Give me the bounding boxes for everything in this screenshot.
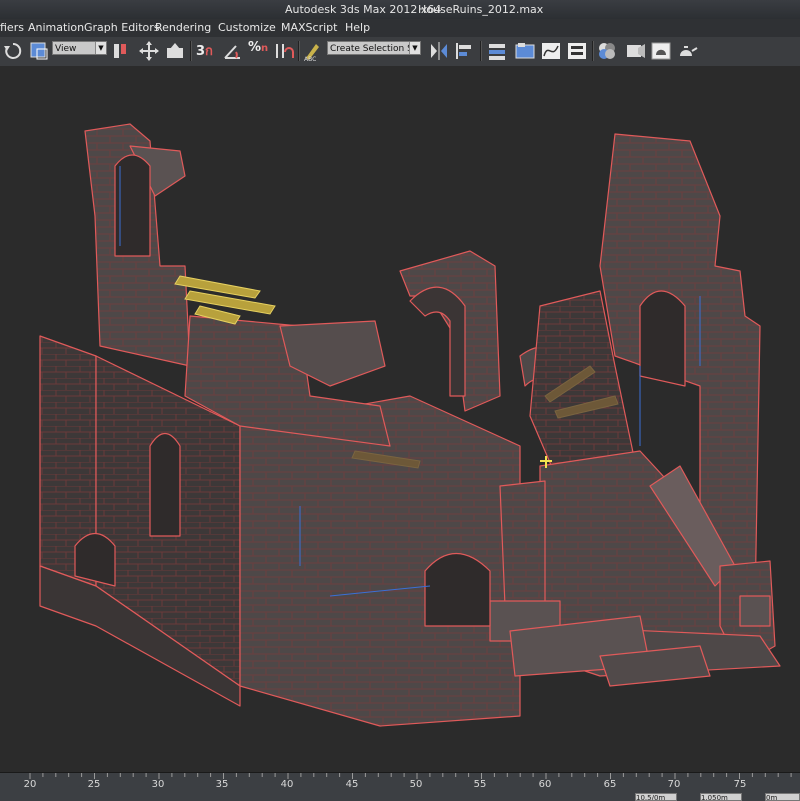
- main-toolbar: View ▼ 3ก %n ABC Create Selection Se ▼: [0, 37, 800, 67]
- scene-explorer-icon[interactable]: [514, 40, 536, 62]
- time-slider-trackbar[interactable]: 20 25 30 35 40 45 50 55 60 65 70 75 10.5…: [0, 772, 800, 801]
- menu-animation[interactable]: Animation: [28, 21, 84, 34]
- toolbar-separator: [592, 41, 594, 61]
- perspective-viewport[interactable]: [0, 66, 800, 772]
- tick-label: 20: [23, 779, 37, 790]
- svg-text:ABC: ABC: [304, 56, 316, 62]
- render-setup-icon[interactable]: [624, 40, 646, 62]
- toolbar-separator: [480, 41, 482, 61]
- tick-label: 75: [733, 779, 747, 790]
- material-editor-icon[interactable]: [596, 40, 618, 62]
- reference-coord-value: View: [55, 44, 77, 54]
- menu-bar: fiers Animation Graph Editors Rendering …: [0, 19, 800, 38]
- house-ruins-model: [39, 123, 781, 727]
- menu-rendering[interactable]: Rendering: [155, 21, 211, 34]
- selection-set-dropdown[interactable]: Create Selection Se ▼: [327, 41, 421, 55]
- snap-label: 3: [196, 44, 206, 59]
- tick-label: 55: [473, 779, 487, 790]
- pivot-icon[interactable]: [110, 40, 132, 62]
- title-bar: Autodesk 3ds Max 2012 x64 HouseRuins_201…: [0, 0, 800, 19]
- move-icon[interactable]: [138, 40, 160, 62]
- menu-graph-editors[interactable]: Graph Editors: [84, 21, 160, 34]
- tick-label: 50: [409, 779, 423, 790]
- rotate-icon[interactable]: [2, 40, 24, 62]
- angle-snap-icon[interactable]: [222, 40, 244, 62]
- chevron-down-icon: ▼: [409, 42, 420, 54]
- reference-coord-dropdown[interactable]: View ▼: [52, 41, 107, 55]
- select-scale-icon[interactable]: [28, 40, 50, 62]
- tick-label: 25: [87, 779, 101, 790]
- menu-modifiers[interactable]: fiers: [0, 21, 24, 34]
- spinner-snap-icon[interactable]: [272, 40, 294, 62]
- percent-snap-label: %: [248, 40, 262, 55]
- menu-customize[interactable]: Customize: [218, 21, 276, 34]
- schematic-view-icon[interactable]: [566, 40, 588, 62]
- toolbar-separator: [190, 41, 192, 61]
- align-icon[interactable]: [454, 40, 476, 62]
- tick-label: 45: [345, 779, 359, 790]
- tick-label: 70: [667, 779, 681, 790]
- tick-label: 30: [151, 779, 165, 790]
- menu-help[interactable]: Help: [345, 21, 370, 34]
- edit-named-selection-icon[interactable]: ABC: [302, 40, 324, 63]
- render-teapot-icon[interactable]: [676, 40, 698, 62]
- tick-label: 60: [538, 779, 552, 790]
- timeline-ruler[interactable]: 20 25 30 35 40 45 50 55 60 65 70 75: [0, 773, 800, 793]
- selection-set-value: Create Selection Se: [330, 44, 419, 54]
- toolbar-separator: [298, 41, 300, 61]
- tick-label: 35: [215, 779, 229, 790]
- snap-toggle-icon[interactable]: 3ก: [196, 40, 218, 62]
- chevron-down-icon: ▼: [95, 42, 106, 54]
- curve-editor-icon[interactable]: [540, 40, 562, 62]
- rendered-frame-icon[interactable]: [650, 40, 672, 62]
- layer-manager-icon[interactable]: [486, 40, 508, 62]
- tick-label: 65: [603, 779, 617, 790]
- mirror-icon[interactable]: [428, 40, 450, 62]
- file-name: HouseRuins_2012.max: [418, 3, 544, 16]
- percent-snap-icon[interactable]: %n: [248, 40, 270, 62]
- select-region-icon[interactable]: [164, 40, 186, 62]
- menu-maxscript[interactable]: MAXScript: [281, 21, 337, 34]
- tick-label: 40: [280, 779, 294, 790]
